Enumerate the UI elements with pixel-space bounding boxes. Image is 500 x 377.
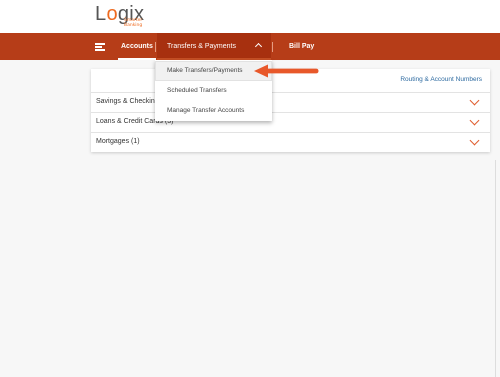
logo-letter-o: o: [106, 3, 118, 25]
menu-item-manage-transfer-accounts[interactable]: Manage Transfer Accounts: [155, 101, 272, 121]
logo-header: Logix Smarter Banking: [0, 0, 500, 33]
logo-tagline: Smarter Banking: [124, 18, 142, 28]
nav-divider: [272, 42, 273, 52]
chevron-down-icon[interactable]: [469, 135, 480, 146]
nav-transfers-payments[interactable]: Transfers & Payments: [157, 33, 271, 60]
nav-divider: [155, 42, 156, 52]
chevron-down-icon[interactable]: [469, 95, 480, 106]
hamburger-icon[interactable]: [95, 43, 105, 51]
logo-letter-l: L: [95, 3, 107, 25]
account-group-savings-checking[interactable]: Savings & Checking: [91, 92, 490, 113]
accounts-panel: Routing & Account Numbers Savings & Chec…: [91, 69, 490, 152]
menu-item-label: Make Transfers/Payments: [167, 67, 243, 74]
chevron-up-icon: [254, 42, 263, 51]
menu-item-scheduled-transfers[interactable]: Scheduled Transfers: [155, 81, 272, 101]
account-group-label: Savings & Checking: [96, 98, 159, 105]
account-group-mortgages[interactable]: Mortgages (1): [91, 132, 490, 153]
scrollbar-edge: [495, 160, 496, 377]
account-group-label: Mortgages (1): [96, 138, 140, 145]
account-group-loans-credit-cards[interactable]: Loans & Credit Cards (3): [91, 112, 490, 133]
routing-account-numbers-link[interactable]: Routing & Account Numbers: [400, 76, 482, 83]
logo-tagline-line2: Banking: [124, 23, 143, 28]
chevron-down-icon[interactable]: [469, 115, 480, 126]
menu-item-label: Manage Transfer Accounts: [167, 107, 245, 114]
arrow-left-icon: [254, 64, 319, 78]
nav-transfers-label: Transfers & Payments: [167, 43, 236, 50]
main-nav: Accounts Transfers & Payments Bill Pay: [0, 33, 500, 60]
nav-bill-pay[interactable]: Bill Pay: [289, 33, 314, 60]
menu-item-label: Scheduled Transfers: [167, 87, 227, 94]
nav-accounts[interactable]: Accounts: [118, 33, 156, 60]
